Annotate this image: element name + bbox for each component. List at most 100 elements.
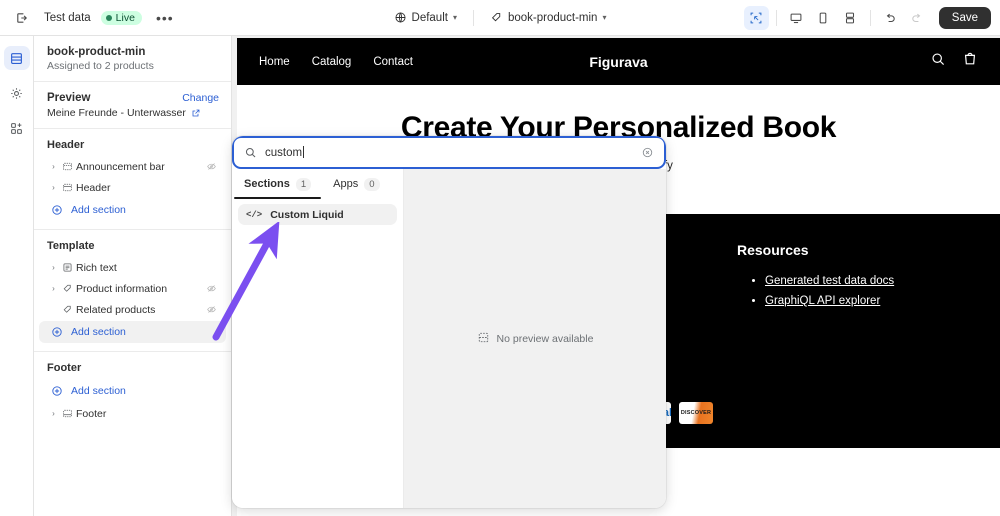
rail-settings-icon[interactable] (4, 81, 30, 105)
search-input-value: custom (265, 147, 303, 159)
top-bar-left: Test data Live ••• (0, 6, 178, 30)
rail-apps-icon[interactable] (4, 116, 30, 140)
sidebar-group-template: Template › Rich text › Product informati… (34, 230, 231, 352)
modal-body: Sections 1 Apps 0 </> Custom Liquid No p… (232, 169, 666, 508)
chevron-down-icon: ▾ (602, 13, 607, 22)
preview-product[interactable]: Meine Freunde - Unterwasser (47, 107, 219, 119)
live-dot-icon (105, 14, 112, 21)
sections-sidebar: book-product-min Assigned to 2 products … (34, 36, 232, 516)
preview-change-link[interactable]: Change (182, 92, 219, 104)
preview-label: Preview (47, 92, 91, 104)
discover-icon: DISCOVER (679, 402, 713, 424)
template-assigned: Assigned to 2 products (47, 60, 154, 72)
tab-apps[interactable]: Apps 0 (329, 169, 383, 199)
selector-divider (472, 9, 474, 26)
chevron-right-icon[interactable]: › (48, 284, 59, 293)
template-title: book-product-min (47, 46, 146, 58)
related-icon (59, 304, 76, 315)
search-field-wrapper[interactable]: custom (232, 136, 666, 169)
rail-sections-icon[interactable] (3, 46, 30, 70)
more-options-button[interactable]: ••• (152, 11, 178, 25)
add-section-label: Add section (71, 385, 126, 397)
tab-sections[interactable]: Sections 1 (233, 169, 322, 199)
save-button[interactable]: Save (938, 7, 991, 29)
sidebar-item-label: Related products (76, 303, 156, 316)
results-list: </> Custom Liquid (232, 199, 403, 230)
tab-count-badge: 1 (295, 177, 312, 191)
resource-link-docs[interactable]: Generated test data docs (765, 275, 894, 287)
exit-icon[interactable] (10, 6, 34, 30)
add-section-search-modal: custom Sections 1 Apps 0 </> Custom Liqu… (232, 136, 666, 508)
add-section-button-footer[interactable]: Add section (39, 380, 226, 402)
eye-hidden-icon[interactable] (206, 161, 217, 172)
code-icon: </> (246, 209, 263, 220)
sidebar-group-header: Header › Announcement bar › Header Add s… (34, 129, 231, 230)
sidebar-item-label: Product information (76, 282, 168, 295)
header-icon (59, 182, 76, 193)
search-icon[interactable] (930, 51, 946, 72)
status-badge: Live (100, 10, 142, 25)
redo-icon (905, 6, 930, 30)
resources-title: Resources (737, 242, 809, 258)
resource-link-graphiql[interactable]: GraphiQL API explorer (765, 295, 880, 307)
sidebar-item-rich-text[interactable]: › Rich text (39, 257, 226, 278)
footer-icon (59, 408, 76, 419)
cart-icon[interactable] (962, 51, 978, 72)
add-section-label: Add section (71, 326, 126, 338)
fullscreen-icon[interactable] (838, 6, 863, 30)
mobile-icon[interactable] (811, 6, 836, 30)
clear-circle-icon[interactable] (641, 146, 654, 159)
no-preview-message: No preview available (477, 331, 594, 347)
product-icon (59, 283, 76, 294)
text-cursor (303, 146, 305, 158)
result-item-label: Custom Liquid (270, 208, 344, 221)
result-tabs: Sections 1 Apps 0 (232, 169, 403, 199)
sidebar-item-product-information[interactable]: › Product information (39, 278, 226, 299)
sidebar-group-footer: Footer Add section › Footer (34, 352, 231, 431)
announcement-icon (59, 161, 76, 172)
sidebar-item-footer[interactable]: › Footer (39, 403, 226, 424)
add-section-button-header[interactable]: Add section (39, 199, 226, 221)
sidebar-item-label: Header (76, 181, 111, 194)
sidebar-item-announcement-bar[interactable]: › Announcement bar (39, 156, 226, 177)
sidebar-item-label: Announcement bar (76, 160, 165, 173)
chevron-right-icon[interactable]: › (48, 409, 59, 418)
globe-icon (395, 12, 406, 23)
richtext-icon (59, 262, 76, 273)
group-label: Template (47, 240, 95, 252)
tab-label: Apps (333, 178, 359, 190)
inspector-toggle-button[interactable] (743, 6, 769, 30)
sidebar-item-header[interactable]: › Header (39, 177, 226, 198)
eye-hidden-icon[interactable] (206, 304, 217, 315)
external-link-icon (192, 109, 200, 117)
undo-icon[interactable] (878, 6, 903, 30)
group-label: Footer (47, 362, 82, 374)
search-input[interactable]: custom (265, 146, 305, 159)
result-item-custom-liquid[interactable]: </> Custom Liquid (238, 204, 397, 225)
chevron-right-icon[interactable]: › (48, 162, 59, 171)
storefront-brand: Figurava (589, 53, 648, 70)
tab-label: Sections (244, 178, 290, 190)
theme-editor-app: Test data Live ••• Default ▾ book-produc… (0, 0, 1000, 516)
results-panel: Sections 1 Apps 0 </> Custom Liquid (232, 169, 404, 508)
resources-list: Generated test data docs GraphiQL API ex… (737, 275, 1000, 307)
sidebar-item-label: Rich text (76, 261, 117, 274)
tag-icon (491, 13, 501, 22)
plus-circle-icon (48, 326, 65, 338)
chevron-right-icon[interactable]: › (48, 263, 59, 272)
market-selector[interactable]: Default ▾ (386, 7, 465, 28)
sidebar-item-related-products[interactable]: Related products (39, 299, 226, 320)
list-item: GraphiQL API explorer (765, 295, 1000, 307)
chevron-down-icon: ▾ (452, 13, 457, 22)
plus-circle-icon (48, 385, 65, 397)
chevron-right-icon[interactable]: › (48, 183, 59, 192)
template-selector[interactable]: book-product-min ▾ (482, 7, 615, 28)
desktop-icon[interactable] (784, 6, 809, 30)
add-section-button-template[interactable]: Add section (39, 321, 226, 343)
add-section-label: Add section (71, 204, 126, 216)
market-selector-label: Default (411, 11, 448, 24)
template-summary: book-product-min Assigned to 2 products (34, 36, 231, 82)
eye-hidden-icon[interactable] (206, 283, 217, 294)
sidebar-item-label: Footer (76, 407, 107, 420)
no-preview-label: No preview available (496, 332, 594, 345)
